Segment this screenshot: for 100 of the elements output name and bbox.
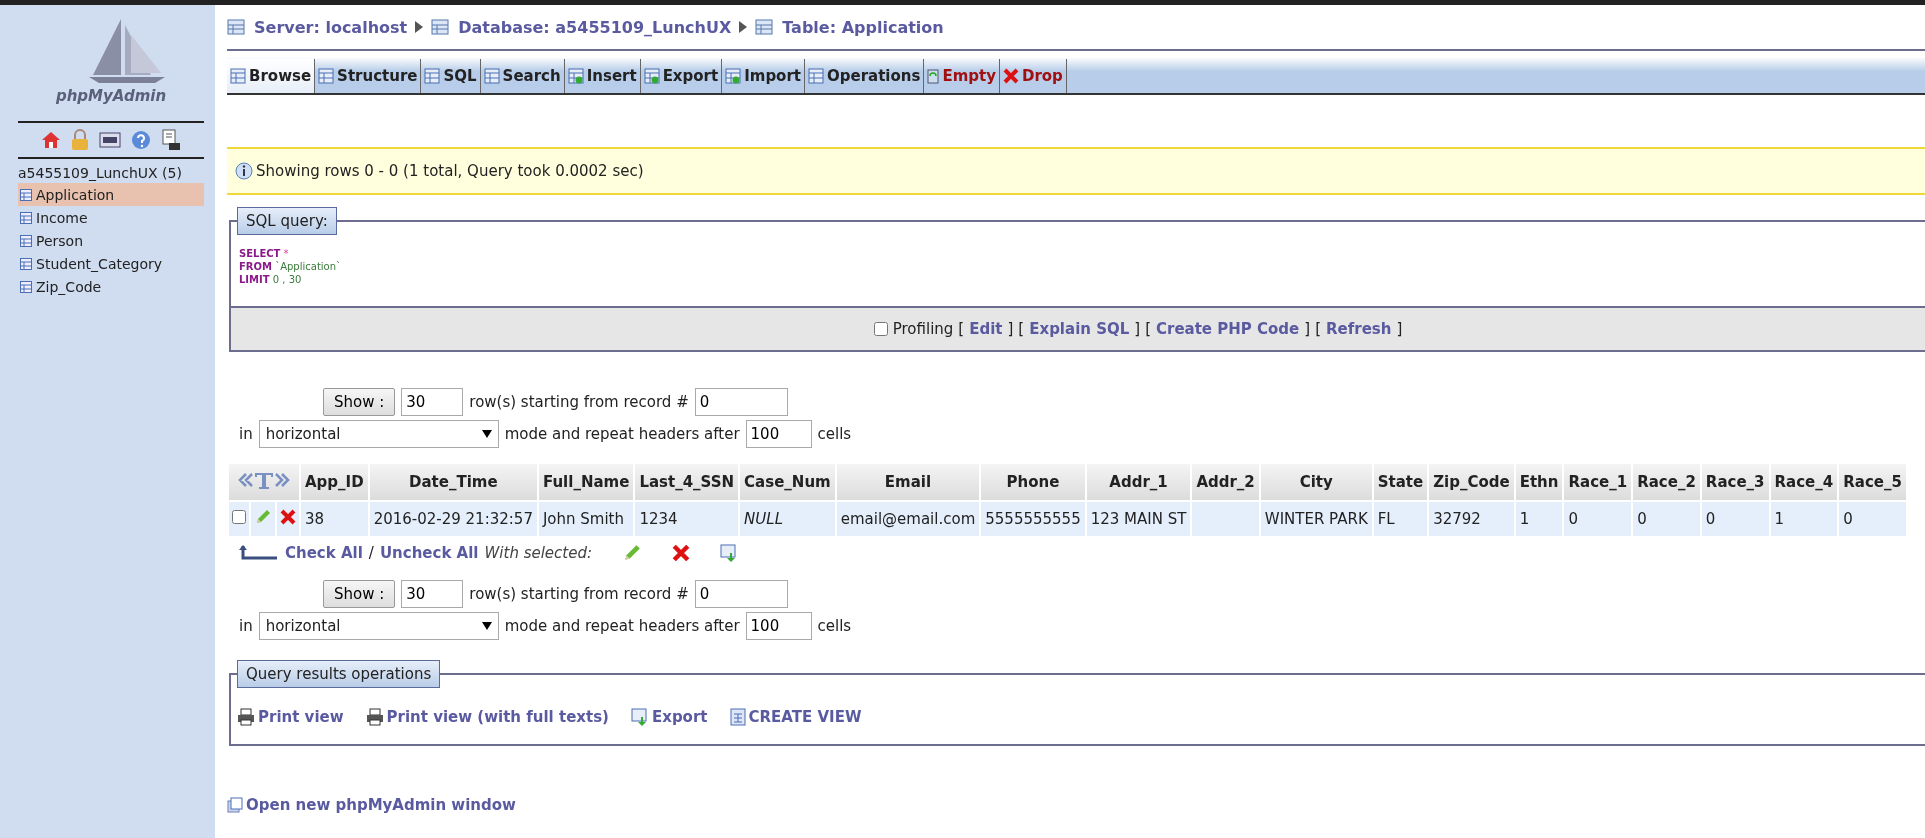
tab[interactable]: Operations xyxy=(805,59,925,93)
table-list-item[interactable]: Income xyxy=(18,206,204,229)
column-header[interactable]: City xyxy=(1260,464,1372,500)
tab[interactable]: Structure xyxy=(315,59,422,93)
column-header[interactable]: Addr_2 xyxy=(1192,464,1259,500)
column-header[interactable]: App_ID xyxy=(301,464,368,500)
table-cell: John Smith xyxy=(538,502,634,536)
database-name[interactable]: a5455109_LunchUX (5) xyxy=(18,165,215,181)
show-button[interactable]: Show : xyxy=(323,388,396,416)
rows-label: row(s) starting from record # xyxy=(469,585,689,603)
table-cell: 0 xyxy=(1839,502,1906,536)
table-icon xyxy=(20,211,32,224)
home-icon[interactable] xyxy=(41,130,61,150)
bracket: ] xyxy=(1396,320,1403,338)
profiling-checkbox[interactable] xyxy=(873,322,888,336)
dropdown-caret-icon xyxy=(481,622,492,630)
table-cell: 1234 xyxy=(635,502,739,536)
column-header[interactable]: Zip_Code xyxy=(1429,464,1514,500)
check-all-link[interactable]: Check All xyxy=(285,544,363,562)
uncheck-all-link[interactable]: Uncheck All xyxy=(379,544,479,562)
column-header[interactable]: Addr_1 xyxy=(1086,464,1191,500)
operation-link[interactable]: Print view (with full texts) xyxy=(365,708,609,726)
start-record-field[interactable]: 0 xyxy=(694,580,788,608)
new-window-link[interactable]: Open new phpMyAdmin window xyxy=(227,796,1925,814)
operation-link[interactable]: CREATE VIEW xyxy=(729,708,862,726)
repeat-headers-field[interactable]: 100 xyxy=(745,420,812,448)
column-header[interactable]: Email xyxy=(836,464,980,500)
column-header[interactable]: Case_Num xyxy=(740,464,835,500)
table-cell: 32792 xyxy=(1429,502,1514,536)
tab[interactable]: Empty xyxy=(924,59,1000,93)
mode-dropdown[interactable]: horizontal xyxy=(258,612,499,640)
column-header[interactable]: Race_2 xyxy=(1633,464,1700,500)
table-list-item[interactable]: Zip_Code xyxy=(18,275,204,298)
export-icon[interactable] xyxy=(720,544,739,562)
table-list-item[interactable]: Application xyxy=(18,183,204,206)
separator: / xyxy=(368,544,374,562)
tab[interactable]: Drop xyxy=(999,59,1067,93)
table-cell: 38 xyxy=(301,502,368,536)
show-button[interactable]: Show : xyxy=(323,580,396,608)
pencil-edit-icon[interactable] xyxy=(622,543,643,563)
table-cell: FL xyxy=(1373,502,1428,536)
query-action-link[interactable]: Create PHP Code xyxy=(1156,320,1300,338)
column-header[interactable]: Race_4 xyxy=(1770,464,1838,500)
tab[interactable]: Import xyxy=(722,59,805,93)
full-texts-toggle-icon[interactable] xyxy=(238,470,290,490)
column-header[interactable]: Race_1 xyxy=(1564,464,1632,500)
tab[interactable]: Search xyxy=(480,59,565,93)
tab[interactable]: Browse xyxy=(227,59,316,93)
in-label: in xyxy=(239,617,253,635)
query-action-link[interactable]: Explain SQL xyxy=(1029,320,1130,338)
column-header[interactable]: Full_Name xyxy=(538,464,634,500)
column-header[interactable]: Ethn xyxy=(1515,464,1563,500)
delete-x-icon[interactable] xyxy=(672,544,691,562)
arrow-up-left-icon xyxy=(239,544,279,562)
x-icon xyxy=(1002,68,1019,84)
column-header[interactable]: Last_4_SSN xyxy=(635,464,739,500)
table-list-item[interactable]: Student_Category xyxy=(18,252,204,275)
repeat-headers-field[interactable]: 100 xyxy=(745,612,812,640)
row-checkbox[interactable] xyxy=(232,510,246,524)
profiling-label: Profiling xyxy=(892,320,954,338)
printer-icon xyxy=(365,708,384,726)
table-icon xyxy=(230,68,246,84)
fieldset-legend: Query results operations xyxy=(237,660,441,688)
column-header[interactable]: Phone xyxy=(981,464,1085,500)
delete-x-icon[interactable] xyxy=(280,509,296,525)
column-header[interactable]: Date_Time xyxy=(369,464,537,500)
breadcrumb-link[interactable]: Database: a5455109_LunchUX xyxy=(431,17,732,37)
tab[interactable]: SQL xyxy=(421,59,481,93)
table-icon xyxy=(808,68,824,84)
logo-text[interactable]: phpMyAdmin xyxy=(55,87,167,105)
operation-link[interactable]: Export xyxy=(630,708,708,726)
table-icon xyxy=(20,234,32,247)
lock-icon[interactable] xyxy=(71,129,89,151)
bracket: [ xyxy=(1315,320,1321,338)
table-cell xyxy=(1192,502,1259,536)
help-icon[interactable] xyxy=(131,130,151,150)
query-action-link[interactable]: Edit xyxy=(969,320,1003,338)
column-header[interactable]: Race_3 xyxy=(1701,464,1769,500)
breadcrumb-link[interactable]: Server: localhost xyxy=(227,17,408,37)
start-record-field[interactable]: 0 xyxy=(694,388,788,416)
breadcrumb-link[interactable]: Table: Application xyxy=(755,17,944,37)
tab[interactable]: Export xyxy=(640,59,723,93)
column-header[interactable]: State xyxy=(1373,464,1428,500)
rows-field[interactable]: 30 xyxy=(401,388,464,416)
table-list-item[interactable]: Person xyxy=(18,229,204,252)
notice-text: Showing rows 0 - 0 (1 total, Query took 0.0002 sec) xyxy=(256,162,644,180)
table-icon xyxy=(20,257,32,270)
bracket: ] xyxy=(1134,320,1141,338)
table-cell: 1 xyxy=(1770,502,1838,536)
rows-field[interactable]: 30 xyxy=(401,580,464,608)
mode-dropdown[interactable]: horizontal xyxy=(258,420,499,448)
column-header[interactable]: Race_5 xyxy=(1839,464,1906,500)
table-icon xyxy=(643,68,660,84)
arrow-right-icon xyxy=(739,21,748,33)
table-icon xyxy=(318,68,335,84)
tab[interactable]: Insert xyxy=(564,59,641,93)
bracket: [ xyxy=(1145,320,1151,338)
bracket: [ xyxy=(1018,320,1025,338)
query-action-link[interactable]: Refresh xyxy=(1326,320,1392,338)
operation-link[interactable]: Print view xyxy=(237,708,344,726)
